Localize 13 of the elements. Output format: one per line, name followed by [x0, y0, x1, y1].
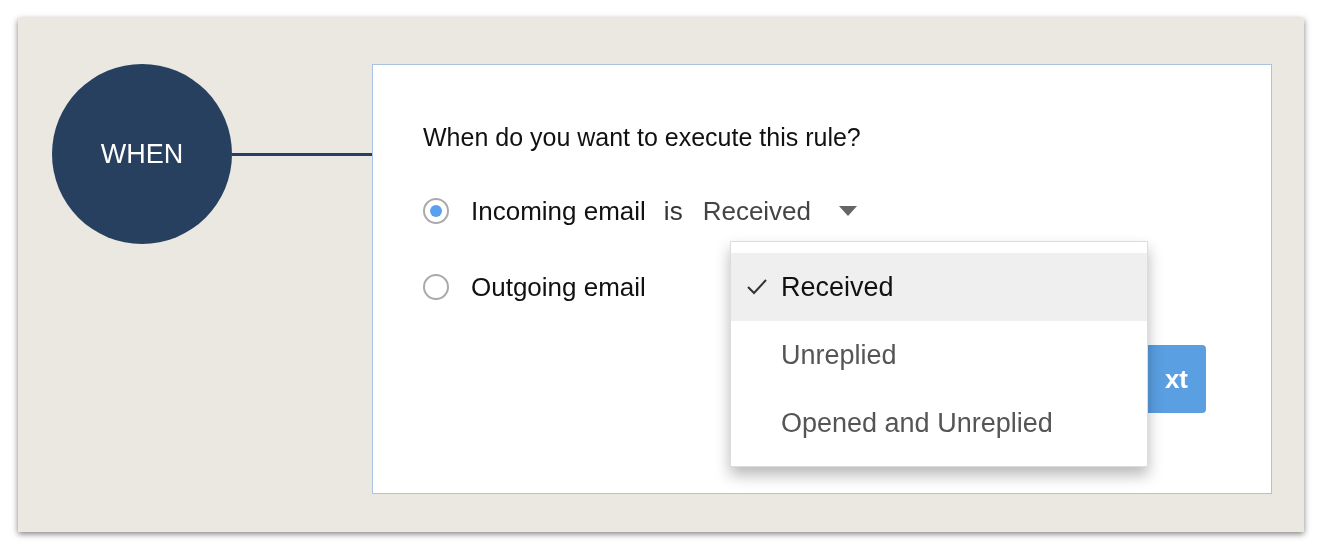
radio-button[interactable] [423, 198, 449, 224]
condition-word: is [663, 195, 683, 227]
option-label: Outgoing email [471, 271, 646, 303]
question-text: When do you want to execute this rule? [423, 122, 862, 153]
menu-item[interactable]: Received [731, 253, 1147, 321]
when-node: WHEN [52, 64, 232, 244]
radio-button[interactable] [423, 274, 449, 300]
menu-item[interactable]: Opened and Unreplied [731, 389, 1147, 457]
check-icon [747, 279, 767, 295]
menu-item[interactable]: Unreplied [731, 321, 1147, 389]
option-label: Incoming email [471, 195, 646, 227]
caret-icon [839, 206, 858, 216]
status-dropdown[interactable]: Received [702, 195, 858, 227]
